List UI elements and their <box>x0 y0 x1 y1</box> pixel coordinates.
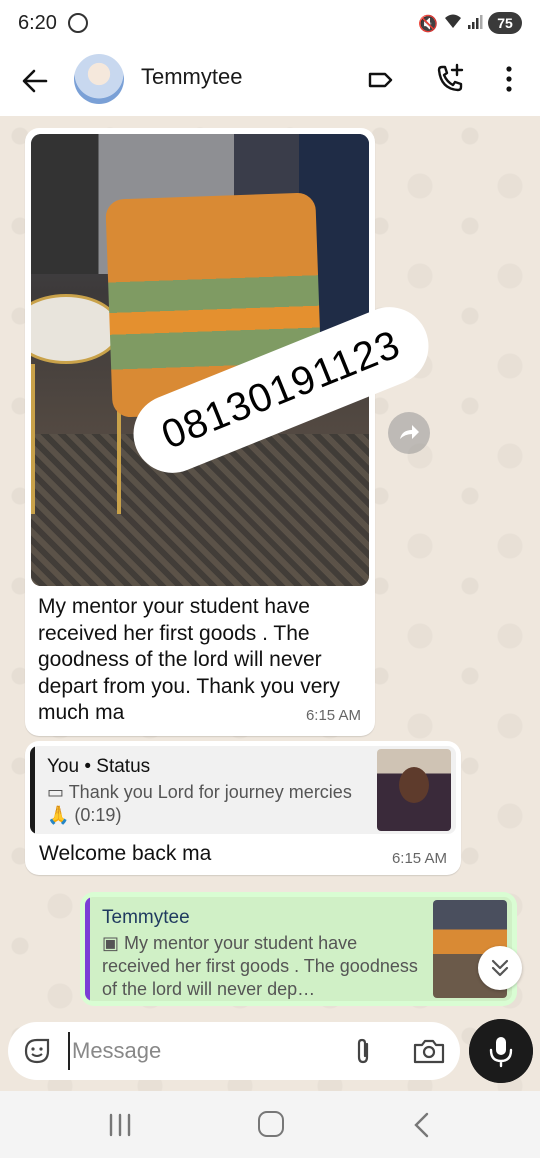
quoted-status[interactable]: You • Status ▭ Thank you Lord for journe… <box>30 746 456 834</box>
home-button[interactable] <box>258 1111 284 1137</box>
quote-title: You • Status <box>47 756 151 777</box>
avatar[interactable] <box>74 54 124 104</box>
more-options-icon[interactable] <box>497 62 521 96</box>
whatsapp-notification-icon <box>68 13 88 33</box>
quote-body: ▣ My mentor your student have received h… <box>102 933 418 999</box>
chat-header: Temmytee <box>0 48 540 116</box>
battery-indicator: 75 <box>488 12 522 34</box>
quoted-message[interactable]: Temmytee ▣ My mentor your student have r… <box>85 897 512 1001</box>
contact-name[interactable]: Temmytee <box>141 64 242 90</box>
quote-body: ▭ Thank you Lord for journey mercies 🙏 (… <box>47 782 352 825</box>
recent-apps-icon[interactable] <box>106 1113 134 1137</box>
back-arrow-icon[interactable] <box>18 64 52 98</box>
message-bubble-reply[interactable]: You • Status ▭ Thank you Lord for journe… <box>25 741 461 875</box>
signal-icon <box>468 15 483 29</box>
attach-icon[interactable] <box>348 1036 378 1066</box>
label-icon[interactable] <box>366 66 394 94</box>
status-bar: 6:20 🔇 75 <box>0 0 540 48</box>
sticker-icon[interactable] <box>22 1036 52 1066</box>
image-icon: ▣ <box>102 933 125 953</box>
video-icon: ▭ <box>47 782 69 802</box>
status-thumbnail <box>377 749 451 831</box>
reply-preview[interactable]: Temmytee ▣ My mentor your student have r… <box>80 892 517 1006</box>
message-input[interactable] <box>68 1032 328 1070</box>
forward-icon[interactable] <box>388 412 430 454</box>
scroll-down-icon[interactable] <box>478 946 522 990</box>
back-nav-icon[interactable] <box>410 1111 434 1139</box>
message-time: 6:15 AM <box>305 707 361 724</box>
add-call-icon[interactable] <box>433 62 467 96</box>
mute-icon: 🔇 <box>418 16 438 33</box>
quote-title: Temmytee <box>102 907 190 928</box>
compose-bar <box>8 1022 460 1080</box>
system-nav-bar <box>0 1091 540 1158</box>
camera-icon[interactable] <box>412 1036 446 1066</box>
message-text: Welcome back ma <box>39 842 212 865</box>
message-time: 6:15 AM <box>391 850 447 867</box>
wifi-icon <box>445 14 461 28</box>
chat-area[interactable]: My mentor your student have received her… <box>0 116 540 1091</box>
status-time: 6:20 <box>18 12 57 34</box>
microphone-icon[interactable] <box>469 1019 533 1083</box>
